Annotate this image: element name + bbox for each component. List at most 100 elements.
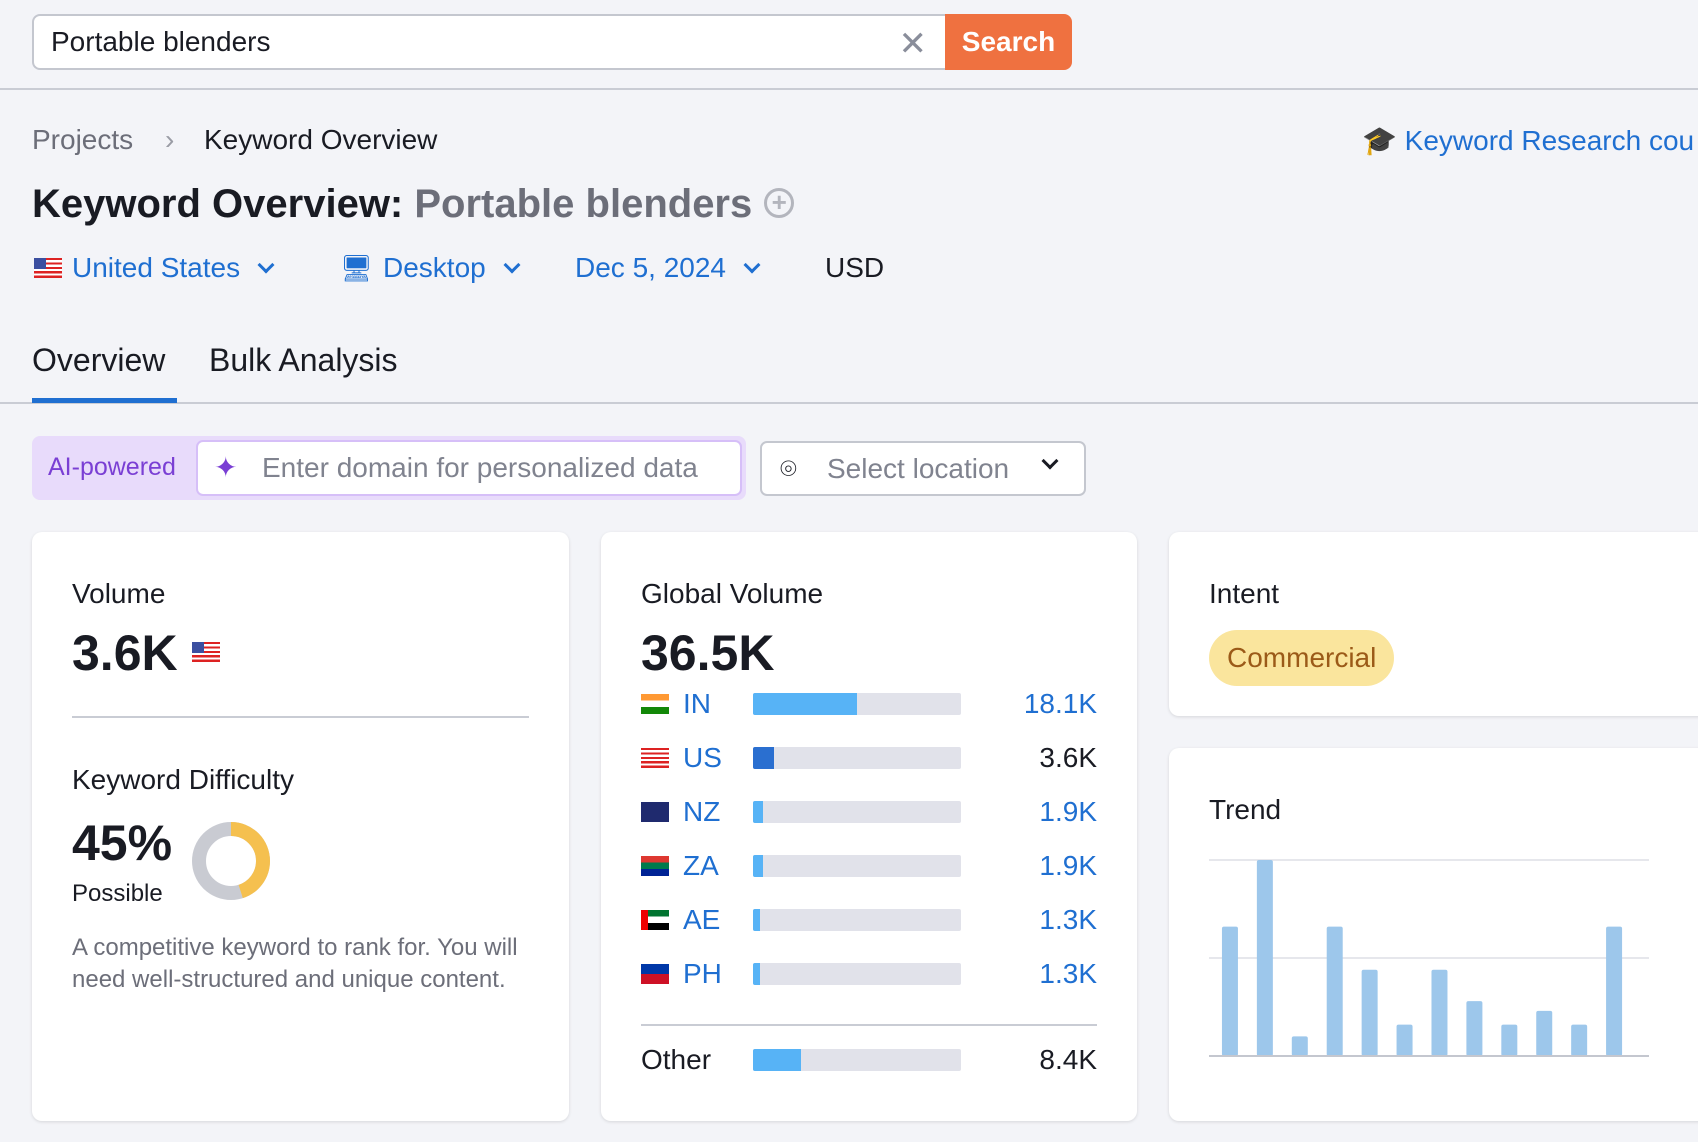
country-row-in: IN 18.1K: [641, 684, 1097, 724]
desktop-icon: 🖥: [340, 252, 374, 283]
currency-label: USD: [825, 252, 885, 283]
trend-bar: [1466, 1001, 1483, 1056]
chevron-down-icon: [503, 256, 521, 274]
ai-powered-label: AI-powered: [48, 453, 176, 481]
breadcrumb-projects[interactable]: Projects: [32, 124, 133, 156]
title-keyword: Portable blenders: [414, 182, 753, 226]
volume-value: 3.6K: [72, 624, 220, 682]
us-flag-icon: [191, 642, 220, 662]
country-code[interactable]: IN: [683, 688, 753, 720]
clear-icon[interactable]: ✕: [899, 24, 928, 64]
graduation-cap-icon: 🎓: [1362, 125, 1397, 156]
intent-label: Intent: [1209, 578, 1280, 609]
country-row-nz: NZ 1.9K: [641, 792, 1097, 832]
course-link-label: Keyword Research cou: [1404, 125, 1695, 156]
trend-bar: [1256, 860, 1273, 1056]
breadcrumb-current: Keyword Overview: [204, 124, 438, 155]
course-link[interactable]: 🎓 Keyword Research cou: [1362, 124, 1694, 157]
country-label: United States: [72, 252, 241, 283]
us-flag-icon: [641, 748, 669, 768]
global-volume-card: Global Volume 36.5K IN 18.1K US 3.6K NZ 1.9K Z…: [601, 532, 1137, 1121]
volume-label: Volume: [72, 578, 166, 609]
nz-flag-icon: [641, 802, 669, 822]
sparkle-icon: ✦: [214, 452, 238, 483]
chevron-right-icon: ›: [165, 124, 175, 155]
domain-placeholder: Enter domain for personalized data: [262, 452, 698, 483]
volume-bar: [753, 909, 961, 931]
kd-description: A competitive keyword to rank for. You w…: [72, 934, 518, 993]
divider: [641, 1024, 1097, 1026]
trend-bar: [1431, 969, 1448, 1056]
search-input[interactable]: Portable blenders ✕: [32, 14, 945, 70]
device-label: Desktop: [383, 252, 486, 283]
trend-bar: [1221, 926, 1238, 1056]
global-volume-value: 36.5K: [641, 625, 775, 681]
country-volume[interactable]: 1.3K: [1039, 904, 1097, 936]
us-flag-icon: [34, 258, 62, 278]
za-flag-icon: [641, 856, 669, 876]
domain-input[interactable]: ✦ Enter domain for personalized data: [196, 440, 742, 496]
in-flag-icon: [641, 694, 669, 714]
location-select[interactable]: ⌾ Select location: [760, 441, 1086, 496]
search-value: Portable blenders: [51, 26, 271, 57]
kd-level: Possible: [72, 880, 163, 907]
trend-bar: [1396, 1024, 1413, 1056]
country-code[interactable]: ZA: [683, 850, 753, 882]
volume-bar: [753, 693, 961, 715]
chevron-down-icon: [743, 256, 761, 274]
trend-card: Trend: [1169, 748, 1698, 1121]
country-code[interactable]: PH: [683, 958, 753, 990]
country-row-ph: PH 1.3K: [641, 954, 1097, 994]
country-row-us: US 3.6K: [641, 738, 1097, 778]
device-select[interactable]: 🖥 Desktop: [340, 252, 524, 284]
country-volume[interactable]: 1.9K: [1039, 850, 1097, 882]
ph-flag-icon: [641, 964, 669, 984]
search-button[interactable]: Search: [945, 14, 1072, 70]
tab-bulk-analysis[interactable]: Bulk Analysis: [209, 342, 398, 379]
volume-bar: [753, 801, 961, 823]
other-value: 8.4K: [1039, 1044, 1097, 1075]
volume-bar: [753, 855, 961, 877]
active-tab-indicator: [32, 398, 177, 403]
divider: [72, 716, 529, 718]
kd-label: Keyword Difficulty: [72, 764, 295, 795]
volume-bar: [753, 747, 961, 769]
trend-title: Trend: [1209, 794, 1282, 825]
tab-overview[interactable]: Overview: [32, 342, 165, 379]
country-row-ae: AE 1.3K: [641, 900, 1097, 940]
location-placeholder: Select location: [827, 453, 1010, 484]
trend-bar: [1536, 1010, 1553, 1056]
kd-value: 45%: [72, 815, 173, 871]
date-select[interactable]: Dec 5, 2024: [575, 252, 764, 284]
country-volume: 3.6K: [1039, 742, 1097, 773]
country-row-za: ZA 1.9K: [641, 846, 1097, 886]
country-volume[interactable]: 1.3K: [1039, 958, 1097, 990]
country-code[interactable]: US: [683, 742, 753, 774]
volume-bar: [753, 1049, 961, 1071]
country-volume[interactable]: 18.1K: [1024, 688, 1097, 720]
add-keyword-icon[interactable]: +: [764, 188, 795, 218]
location-pin-icon: ⌾: [780, 453, 797, 484]
trend-bar: [1606, 926, 1623, 1056]
title-prefix: Keyword Overview:: [32, 182, 404, 226]
country-select[interactable]: United States: [34, 252, 278, 284]
date-label: Dec 5, 2024: [575, 252, 726, 283]
volume-card: Volume 3.6K Keyword Difficulty 45% Possi…: [32, 532, 569, 1121]
intent-badge: Commercial: [1209, 630, 1395, 686]
country-code[interactable]: NZ: [683, 796, 753, 828]
country-volume[interactable]: 1.9K: [1039, 796, 1097, 828]
intent-card: Intent Commercial: [1169, 532, 1698, 716]
chevron-down-icon: [257, 256, 275, 274]
global-volume-label: Global Volume: [641, 578, 824, 609]
volume-bar: [753, 963, 961, 985]
trend-chart: [1209, 859, 1649, 1057]
ae-flag-icon: [641, 910, 669, 930]
trend-bar: [1571, 1024, 1588, 1056]
country-code[interactable]: AE: [683, 904, 753, 936]
divider: [0, 88, 1698, 90]
country-row-other: Other 8.4K: [641, 1040, 1097, 1080]
trend-bar: [1326, 926, 1343, 1056]
chevron-down-icon: [1041, 452, 1059, 470]
ai-domain-box: AI-powered ✦ Enter domain for personalize…: [32, 436, 746, 500]
trend-bar: [1501, 1024, 1518, 1056]
